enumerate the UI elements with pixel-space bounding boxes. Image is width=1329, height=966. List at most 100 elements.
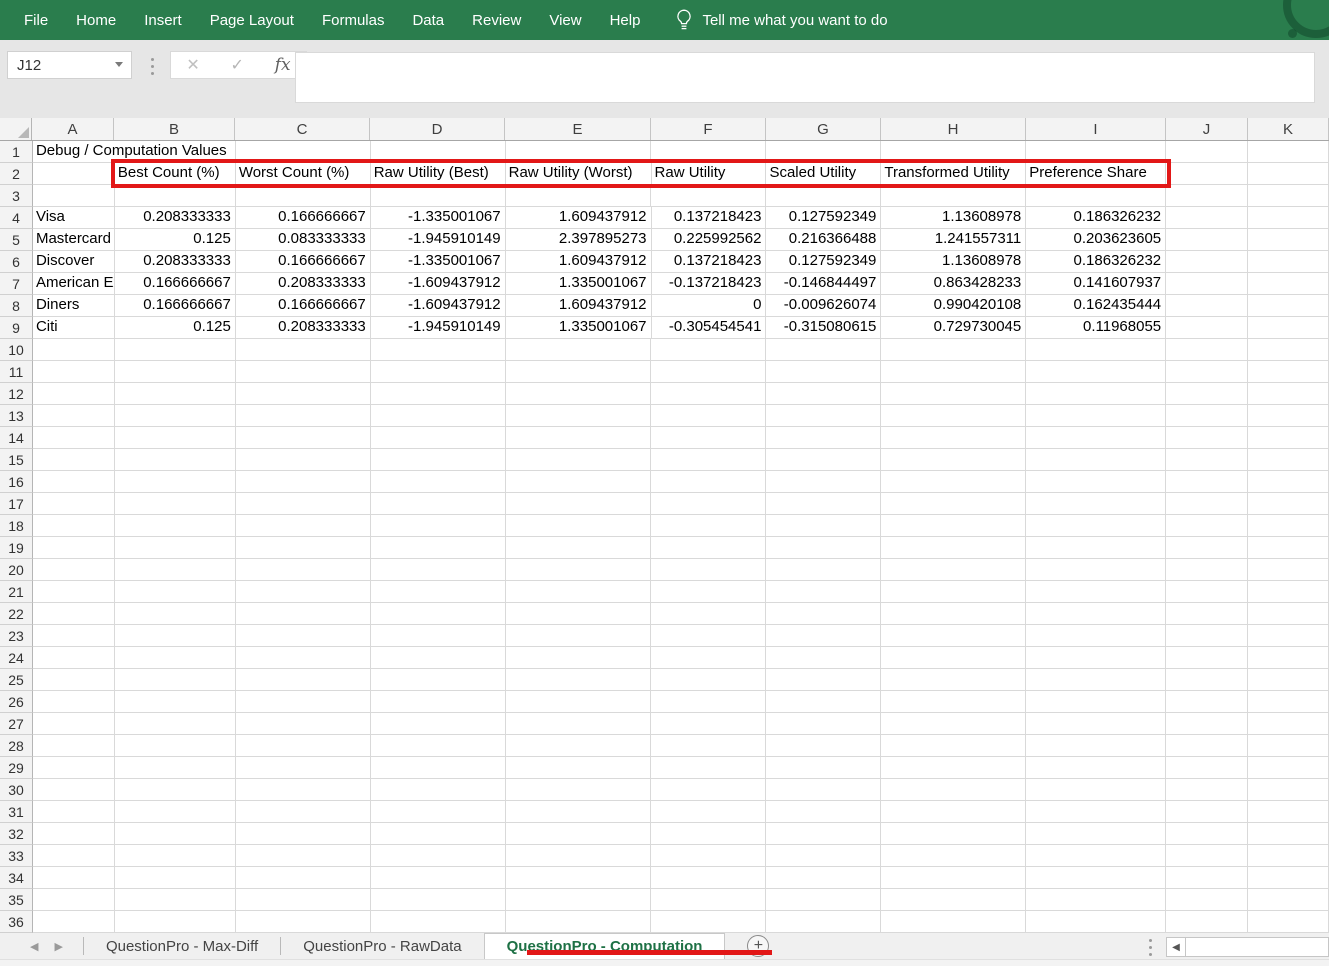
cell-K36[interactable] bbox=[1248, 911, 1329, 933]
cell-I14[interactable] bbox=[1026, 427, 1166, 449]
cell-E9[interactable]: 1.335001067 bbox=[506, 317, 652, 339]
cell-G27[interactable] bbox=[766, 713, 881, 735]
cell-D27[interactable] bbox=[371, 713, 506, 735]
cell-K4[interactable] bbox=[1248, 207, 1329, 229]
cell-J5[interactable] bbox=[1166, 229, 1248, 251]
cell-K5[interactable] bbox=[1248, 229, 1329, 251]
cell-A11[interactable] bbox=[33, 361, 115, 383]
cell-I35[interactable] bbox=[1026, 889, 1166, 911]
cell-I11[interactable] bbox=[1026, 361, 1166, 383]
cell-H7[interactable]: 0.863428233 bbox=[881, 273, 1026, 295]
cell-D20[interactable] bbox=[371, 559, 506, 581]
cell-H9[interactable]: 0.729730045 bbox=[881, 317, 1026, 339]
cell-C2[interactable]: Worst Count (%) bbox=[236, 163, 371, 185]
cell-C5[interactable]: 0.083333333 bbox=[236, 229, 371, 251]
cell-G1[interactable] bbox=[766, 141, 881, 163]
cell-F9[interactable]: -0.305454541 bbox=[652, 317, 767, 339]
cell-G3[interactable] bbox=[766, 185, 881, 207]
cell-H16[interactable] bbox=[881, 471, 1026, 493]
row-header-32[interactable]: 32 bbox=[0, 823, 33, 845]
cell-K33[interactable] bbox=[1248, 845, 1329, 867]
cell-B22[interactable] bbox=[115, 603, 236, 625]
cell-D10[interactable] bbox=[371, 339, 506, 361]
cell-F31[interactable] bbox=[651, 801, 766, 823]
cell-I32[interactable] bbox=[1026, 823, 1166, 845]
cell-E10[interactable] bbox=[506, 339, 652, 361]
cell-C25[interactable] bbox=[236, 669, 371, 691]
cell-K25[interactable] bbox=[1248, 669, 1329, 691]
cell-H17[interactable] bbox=[881, 493, 1026, 515]
cell-H22[interactable] bbox=[881, 603, 1026, 625]
cell-E26[interactable] bbox=[506, 691, 652, 713]
formula-bar-grip[interactable] bbox=[150, 58, 154, 75]
cell-B28[interactable] bbox=[115, 735, 236, 757]
cell-F30[interactable] bbox=[651, 779, 766, 801]
cell-G19[interactable] bbox=[766, 537, 881, 559]
cell-J16[interactable] bbox=[1166, 471, 1248, 493]
cell-C11[interactable] bbox=[236, 361, 371, 383]
cell-K6[interactable] bbox=[1248, 251, 1329, 273]
cell-I36[interactable] bbox=[1026, 911, 1166, 933]
cell-H35[interactable] bbox=[881, 889, 1026, 911]
cell-A29[interactable] bbox=[33, 757, 115, 779]
cell-E11[interactable] bbox=[506, 361, 652, 383]
cell-K26[interactable] bbox=[1248, 691, 1329, 713]
cell-C28[interactable] bbox=[236, 735, 371, 757]
cell-K29[interactable] bbox=[1248, 757, 1329, 779]
cell-I15[interactable] bbox=[1026, 449, 1166, 471]
cell-J34[interactable] bbox=[1166, 867, 1248, 889]
cell-F17[interactable] bbox=[651, 493, 766, 515]
cell-C21[interactable] bbox=[236, 581, 371, 603]
cell-K7[interactable] bbox=[1248, 273, 1329, 295]
cell-B33[interactable] bbox=[115, 845, 236, 867]
cell-J33[interactable] bbox=[1166, 845, 1248, 867]
scroll-left-icon[interactable]: ◀ bbox=[1166, 937, 1186, 957]
cell-B8[interactable]: 0.166666667 bbox=[115, 295, 236, 317]
sheet-tab-questionpro-rawdata[interactable]: QuestionPro - RawData bbox=[281, 933, 483, 959]
cell-B32[interactable] bbox=[115, 823, 236, 845]
cell-F6[interactable]: 0.137218423 bbox=[652, 251, 767, 273]
row-header-10[interactable]: 10 bbox=[0, 339, 33, 361]
cell-E1[interactable] bbox=[506, 141, 652, 163]
name-box[interactable]: J12 bbox=[7, 51, 132, 79]
cell-H27[interactable] bbox=[881, 713, 1026, 735]
cell-C22[interactable] bbox=[236, 603, 371, 625]
cell-K28[interactable] bbox=[1248, 735, 1329, 757]
row-header-2[interactable]: 2 bbox=[0, 163, 33, 185]
cell-D23[interactable] bbox=[371, 625, 506, 647]
cell-B12[interactable] bbox=[115, 383, 236, 405]
cell-B11[interactable] bbox=[115, 361, 236, 383]
cell-D22[interactable] bbox=[371, 603, 506, 625]
row-header-24[interactable]: 24 bbox=[0, 647, 33, 669]
cell-J24[interactable] bbox=[1166, 647, 1248, 669]
cell-J26[interactable] bbox=[1166, 691, 1248, 713]
ribbon-tab-home[interactable]: Home bbox=[62, 0, 130, 40]
row-header-29[interactable]: 29 bbox=[0, 757, 33, 779]
cell-F26[interactable] bbox=[651, 691, 766, 713]
cell-G24[interactable] bbox=[766, 647, 881, 669]
cell-K18[interactable] bbox=[1248, 515, 1329, 537]
row-header-4[interactable]: 4 bbox=[0, 207, 33, 229]
cell-E25[interactable] bbox=[506, 669, 652, 691]
cell-H4[interactable]: 1.13608978 bbox=[881, 207, 1026, 229]
cell-A34[interactable] bbox=[33, 867, 115, 889]
cell-H10[interactable] bbox=[881, 339, 1026, 361]
cell-G4[interactable]: 0.127592349 bbox=[766, 207, 881, 229]
cell-B9[interactable]: 0.125 bbox=[115, 317, 236, 339]
cell-F33[interactable] bbox=[651, 845, 766, 867]
cell-I8[interactable]: 0.162435444 bbox=[1026, 295, 1166, 317]
sheet-nav-left-icon[interactable]: ◀ bbox=[30, 940, 38, 953]
cell-C23[interactable] bbox=[236, 625, 371, 647]
cell-H12[interactable] bbox=[881, 383, 1026, 405]
cell-D11[interactable] bbox=[371, 361, 506, 383]
cell-I24[interactable] bbox=[1026, 647, 1166, 669]
cell-A19[interactable] bbox=[33, 537, 115, 559]
cell-J25[interactable] bbox=[1166, 669, 1248, 691]
cell-G23[interactable] bbox=[766, 625, 881, 647]
cell-J35[interactable] bbox=[1166, 889, 1248, 911]
column-header-F[interactable]: F bbox=[651, 118, 766, 140]
cell-I25[interactable] bbox=[1026, 669, 1166, 691]
cell-F1[interactable] bbox=[651, 141, 766, 163]
cell-H18[interactable] bbox=[881, 515, 1026, 537]
cell-J13[interactable] bbox=[1166, 405, 1248, 427]
